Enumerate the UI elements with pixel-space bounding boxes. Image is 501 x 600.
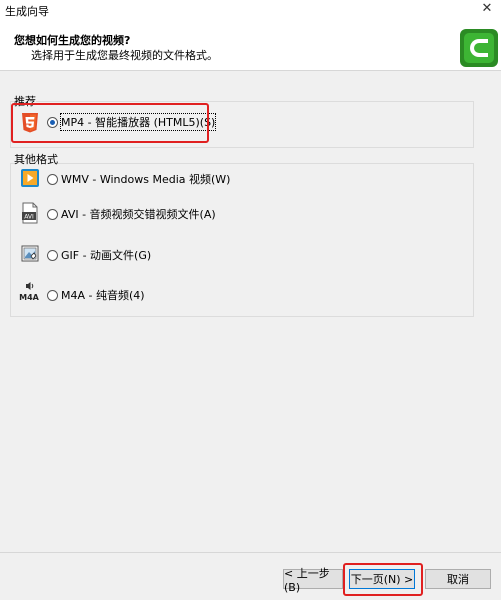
title-bar: 生成向导 ✕ bbox=[0, 0, 501, 20]
header-subtitle: 选择用于生成您最终视频的文件格式。 bbox=[31, 49, 218, 62]
m4a-audio-icon: M4A bbox=[18, 281, 40, 305]
window-title: 生成向导 bbox=[5, 5, 49, 18]
gif-radio[interactable] bbox=[47, 249, 58, 261]
gif-option[interactable]: GIF - 动画文件(G) bbox=[47, 243, 151, 267]
wizard-header: 您想如何生成您的视频? 选择用于生成您最终视频的文件格式。 bbox=[0, 20, 501, 71]
cancel-button[interactable]: 取消 bbox=[425, 569, 491, 589]
m4a-icon-text: M4A bbox=[19, 293, 40, 302]
avi-file-icon: AVI bbox=[20, 201, 40, 225]
m4a-option-label[interactable]: M4A - 纯音频(4) bbox=[61, 287, 145, 303]
other-formats-group-label: 其他格式 bbox=[14, 151, 58, 167]
wmv-video-icon bbox=[20, 166, 40, 190]
close-icon[interactable]: ✕ bbox=[479, 1, 495, 17]
wmv-option-label[interactable]: WMV - Windows Media 视频(W) bbox=[61, 171, 230, 187]
wmv-option[interactable]: WMV - Windows Media 视频(W) bbox=[47, 167, 230, 191]
wmv-radio[interactable] bbox=[47, 173, 58, 185]
avi-icon-text: AVI bbox=[24, 214, 34, 221]
camtasia-logo-icon bbox=[460, 29, 498, 67]
highlight-box-mp4 bbox=[11, 103, 209, 143]
highlight-box-next bbox=[343, 563, 423, 596]
m4a-radio[interactable] bbox=[47, 289, 58, 301]
avi-option-label[interactable]: AVI - 音频视频交错视频文件(A) bbox=[61, 206, 216, 222]
gif-file-icon bbox=[20, 242, 40, 266]
avi-radio[interactable] bbox=[47, 208, 58, 220]
footer-divider bbox=[0, 552, 501, 553]
header-title: 您想如何生成您的视频? bbox=[14, 34, 131, 47]
gif-option-label[interactable]: GIF - 动画文件(G) bbox=[61, 247, 151, 263]
back-button[interactable]: < 上一步(B) bbox=[283, 567, 343, 594]
m4a-option[interactable]: M4A - 纯音频(4) bbox=[47, 283, 145, 307]
avi-option[interactable]: AVI - 音频视频交错视频文件(A) bbox=[47, 202, 216, 226]
